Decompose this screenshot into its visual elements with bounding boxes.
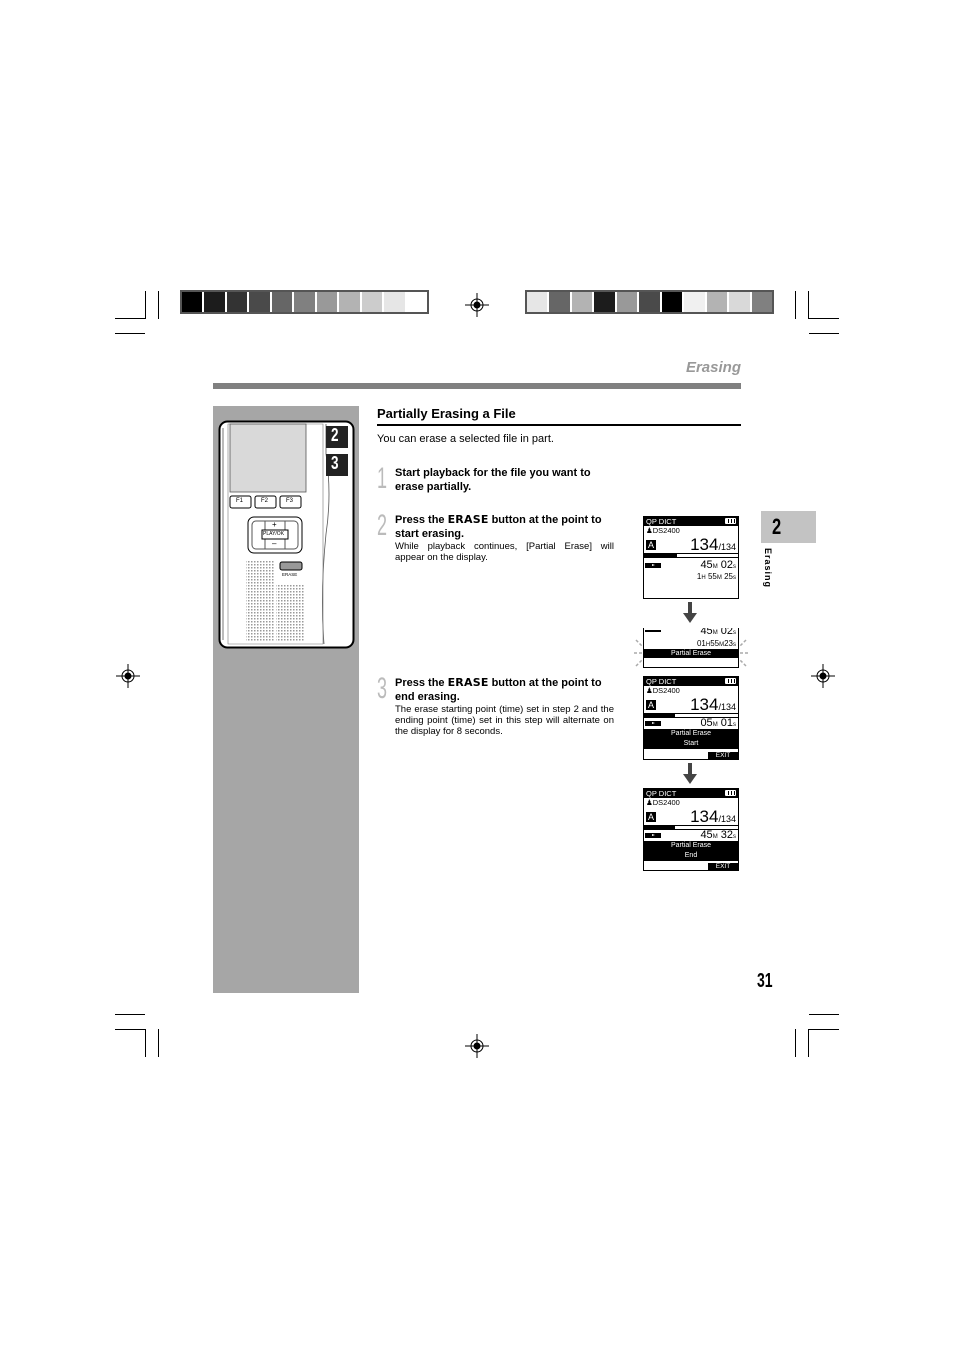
blink-indicator-icon [634,639,748,667]
color-swatch [316,292,338,312]
user-icon: ♟ [646,686,653,695]
battery-icon [725,790,736,796]
crop-mark [808,1029,809,1057]
folder-icon: A [646,812,656,822]
lcd-screen-playback: QP DICT ♟DS2400 A 134/134 45M 02s 1H 55M … [643,516,739,599]
user-icon: ♟ [646,798,653,807]
step-2-body: While playback continues, [Partial Erase… [395,541,614,563]
color-calibration-bar-left [180,290,429,314]
battery-icon [725,518,736,524]
callout-step-3: 3 [331,453,339,473]
play-icon [645,833,661,838]
crop-mark [808,291,809,319]
color-swatch [751,292,772,312]
color-swatch [271,292,293,312]
color-swatch [182,292,203,312]
device-labels: 2 3 F1 F2 F3 + PLAY/OK – ERASE [218,420,356,650]
crop-mark [115,333,145,334]
step-number: 2 [377,509,388,542]
minus-button: – [272,539,277,548]
color-swatch [729,292,750,312]
crop-mark [115,318,145,319]
color-swatch [571,292,593,312]
folder-icon: A [646,700,656,710]
crop-mark [809,1014,839,1015]
crop-mark [158,291,159,319]
exit-softkey: EXIT [708,752,738,759]
user-icon: ♟ [646,526,653,535]
progress-fill [644,826,676,829]
crop-mark [115,1014,145,1015]
page-heading: Partially Erasing a File [377,406,516,421]
play-icon [645,563,661,568]
exit-softkey: EXIT [708,863,738,870]
intro-text: You can erase a selected file in part. [377,433,554,445]
callout-step-2: 2 [331,425,339,445]
playok-button: PLAY/OK [263,531,285,537]
progress-fill [644,714,676,717]
erase-button-label: ERASE [282,572,298,577]
color-swatch [549,292,570,312]
color-swatch [249,292,270,312]
chapter-label: Erasing [763,548,773,589]
color-swatch [616,292,638,312]
color-swatch [661,292,683,312]
color-swatch [406,292,427,312]
section-title: Erasing [685,359,741,376]
step-3-title: Press the ERASE button at the point to e… [395,676,602,703]
lcd-screen-erase-end: QP DICT ♟DS2400 A 134/134 45M 32s Partial… [643,788,739,871]
partial-erase-banner: Partial Erase Start [644,729,738,749]
color-swatch [684,292,705,312]
chapter-tab: 2 [761,511,816,543]
arrow-down-icon [683,763,697,784]
registration-mark-icon [465,293,489,317]
crop-mark [809,318,839,319]
color-swatch [639,292,660,312]
lcd-screen-erase-start: QP DICT ♟DS2400 A 134/134 05M 01s Partial… [643,676,739,760]
step-1-title: Start playback for the file you want to … [395,467,591,493]
color-swatch [339,292,360,312]
crop-mark [145,291,146,319]
crop-mark [809,333,839,334]
color-swatch [384,292,405,312]
step-number: 3 [377,672,388,705]
step-number: 1 [377,462,388,495]
play-icon [645,721,661,726]
f1-button: F1 [236,498,244,504]
battery-icon [725,678,736,684]
registration-mark-icon [465,1034,489,1058]
crop-mark [809,1029,839,1030]
color-calibration-bar-right [525,290,774,314]
plus-button: + [272,520,277,529]
color-swatch [361,292,383,312]
crop-mark [158,1029,159,1057]
partial-erase-banner: Partial Erase End [644,841,738,861]
color-swatch [294,292,315,312]
color-swatch [204,292,225,312]
step-3-body: The erase starting point (time) set in s… [395,704,614,737]
color-swatch [226,292,248,312]
color-swatch [706,292,728,312]
f2-button: F2 [261,498,269,504]
crop-mark [115,1029,145,1030]
step-2-title: Press the ERASE button at the point to s… [395,513,602,540]
page-number: 31 [757,970,773,992]
registration-mark-icon [811,664,835,688]
progress-fill [644,554,677,557]
heading-rule [377,424,741,426]
folder-icon: A [646,540,656,550]
crop-mark [795,291,796,319]
arrow-down-icon [683,602,697,623]
color-swatch [594,292,615,312]
crop-mark [145,1029,146,1057]
crop-mark [795,1029,796,1057]
registration-mark-icon [116,664,140,688]
f3-button: F3 [286,498,294,504]
header-rule [213,383,741,389]
color-swatch [527,292,548,312]
